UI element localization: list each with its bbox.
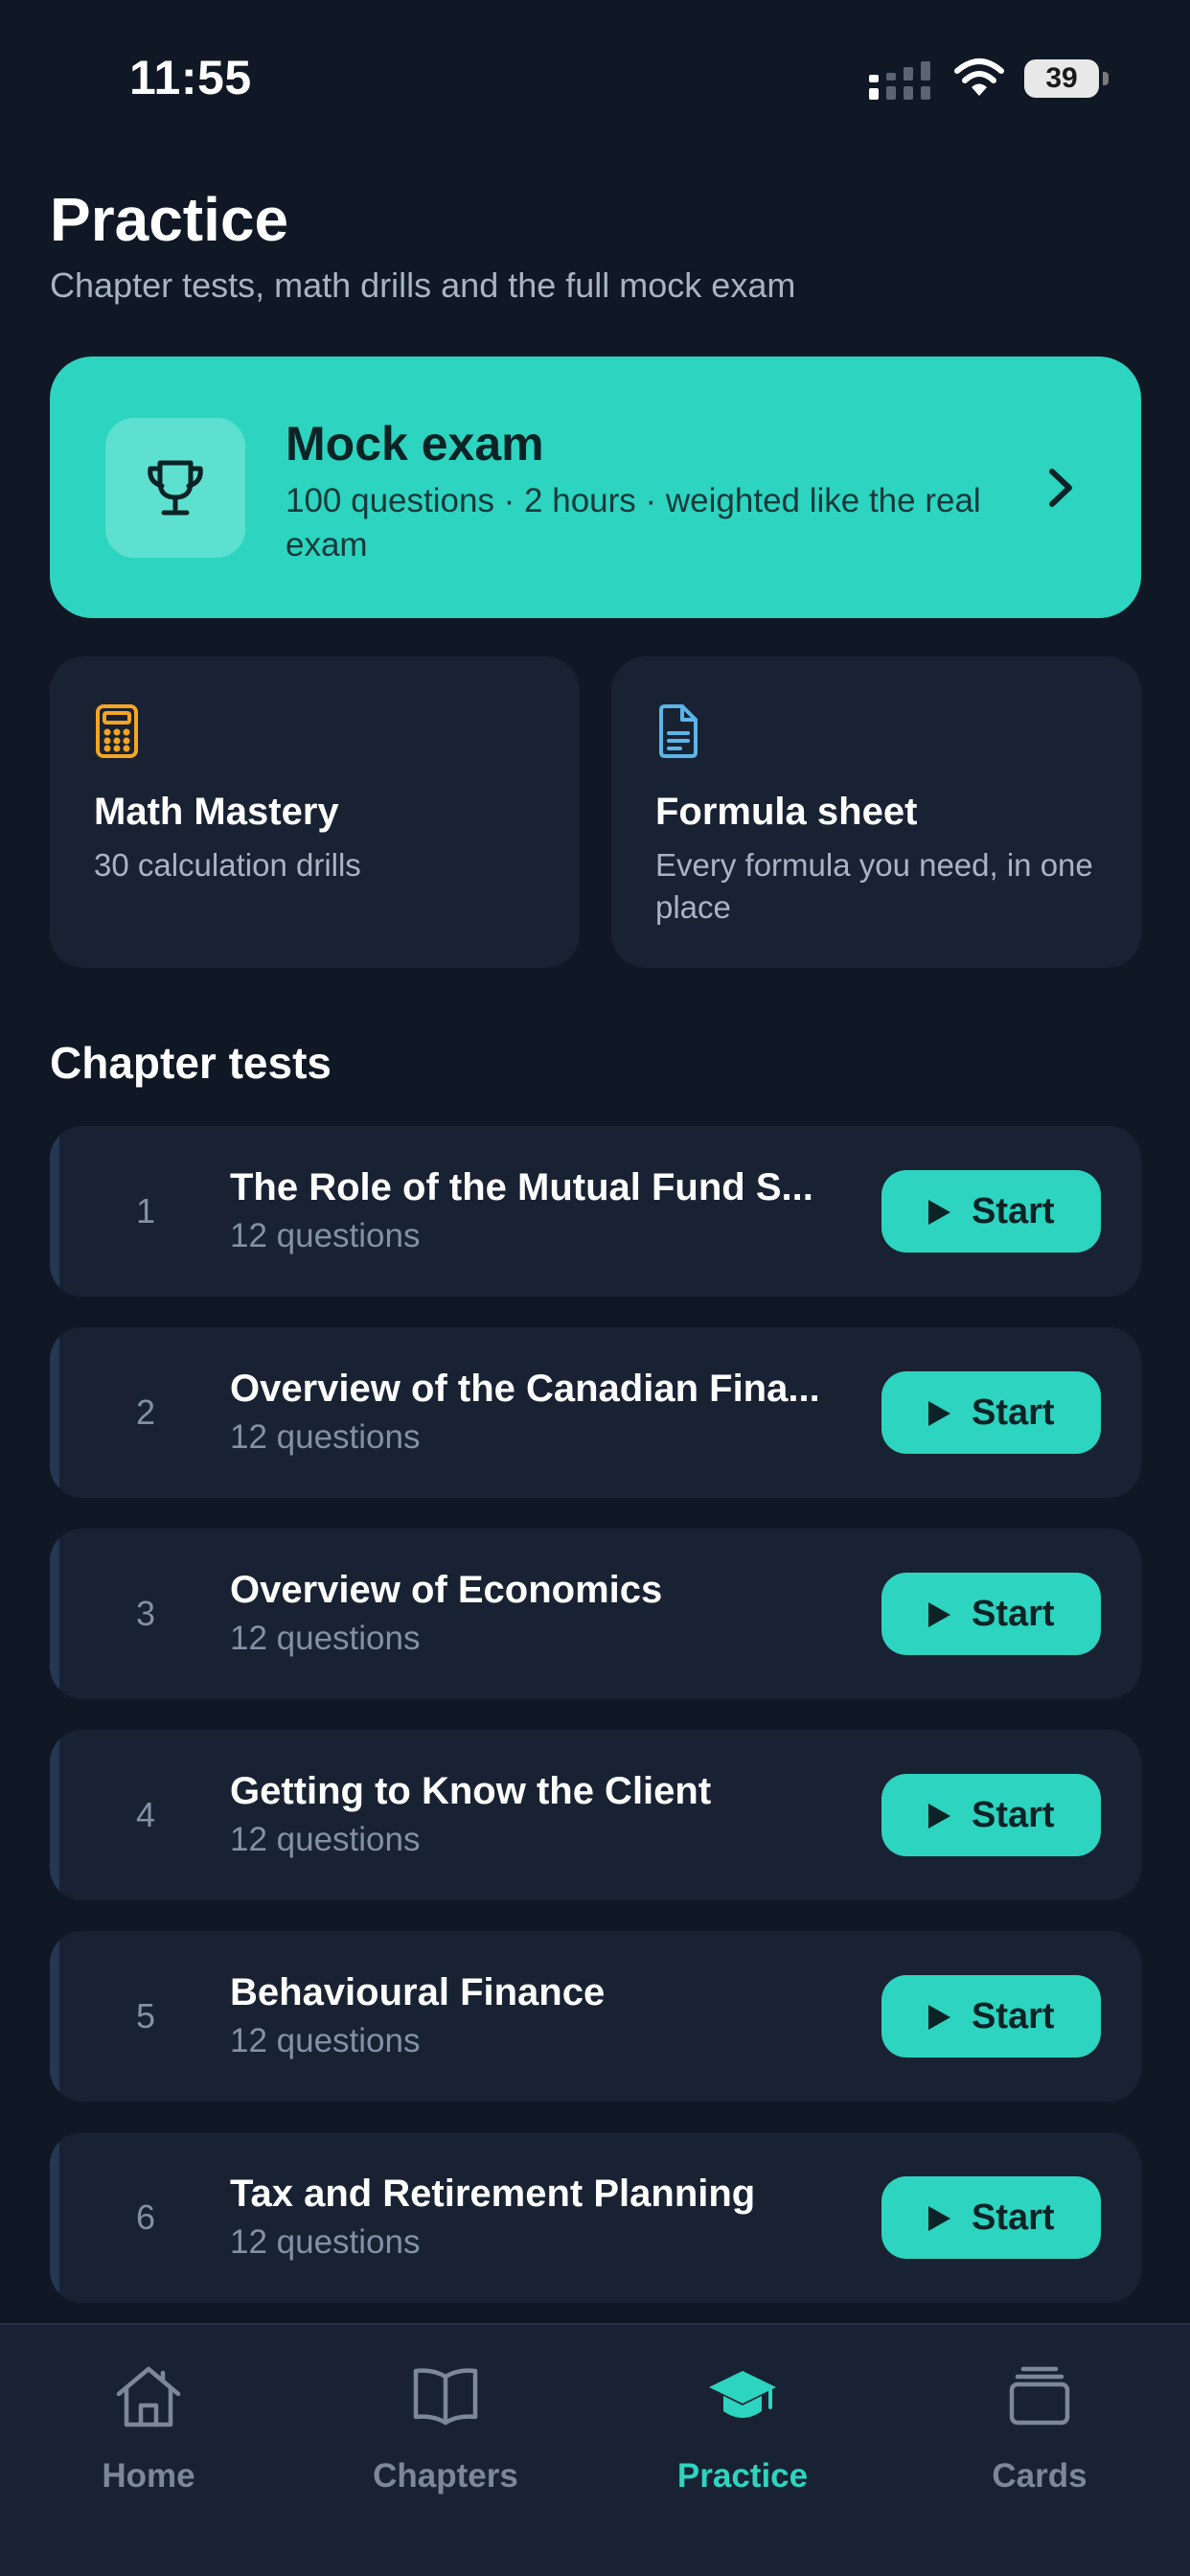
tab-home-label: Home [102, 2457, 195, 2495]
tab-home[interactable]: Home [0, 2325, 297, 2517]
formula-sheet-description: Every formula you need, in one place [655, 847, 1093, 925]
start-button-label: Start [972, 1191, 1055, 1231]
play-icon [928, 2005, 950, 2030]
practice-screen: 11:55 39 Practice Chapter tests, math dr… [0, 0, 1190, 2576]
start-button-label: Start [972, 1594, 1055, 1634]
chapter-number: 2 [135, 1392, 156, 1432]
chapter-test-row[interactable]: 6 Tax and Retirement Planning 12 questio… [50, 2132, 1141, 2303]
tab-cards-label: Cards [992, 2457, 1087, 2495]
chapter-test-row[interactable]: 5 Behavioural Finance 12 questions Start [50, 1931, 1141, 2102]
start-button[interactable]: Start [881, 2176, 1101, 2259]
chapter-test-row[interactable]: 4 Getting to Know the Client 12 question… [50, 1730, 1141, 1900]
start-button[interactable]: Start [881, 1371, 1101, 1454]
status-bar: 11:55 39 [0, 0, 1190, 153]
tab-chapters-label: Chapters [373, 2457, 518, 2495]
mock-exam-icon-box [105, 418, 245, 558]
calculator-icon [96, 704, 138, 758]
start-button[interactable]: Start [881, 1170, 1101, 1253]
document-icon [659, 704, 698, 758]
play-icon [928, 1804, 950, 1828]
chapter-number: 5 [135, 1996, 156, 2036]
mock-exam-title: Mock exam [286, 417, 544, 471]
chapter-title: Overview of the Canadian Fina... [230, 1368, 820, 1410]
chapter-number: 3 [135, 1594, 156, 1633]
math-mastery-card[interactable]: Math Mastery 30 calculation drills [50, 656, 580, 968]
cards-icon [1009, 2366, 1070, 2426]
play-icon [928, 1200, 950, 1225]
start-button-label: Start [972, 2197, 1055, 2238]
chapter-question-count: 12 questions [230, 2022, 421, 2059]
book-icon [413, 2368, 478, 2426]
math-mastery-title: Math Mastery [94, 791, 339, 833]
tab-chapters[interactable]: Chapters [297, 2325, 594, 2517]
play-icon [928, 1602, 950, 1627]
status-time: 11:55 [129, 51, 252, 104]
page-title: Practice [50, 185, 289, 254]
bottom-tab-bar: Home Chapters Practice Cards [0, 2323, 1190, 2576]
start-button-label: Start [972, 1392, 1055, 1433]
formula-sheet-card[interactable]: Formula sheet Every formula you need, in… [611, 656, 1141, 968]
chapter-title: Overview of Economics [230, 1569, 663, 1611]
mock-exam-card[interactable]: Mock exam 100 questions · 2 hours · weig… [50, 356, 1141, 618]
chapter-test-row[interactable]: 3 Overview of Economics 12 questions Sta… [50, 1529, 1141, 1699]
chapter-question-count: 12 questions [230, 2223, 421, 2261]
chapter-number: 6 [135, 2197, 156, 2237]
play-icon [928, 2206, 950, 2231]
chapter-title: Behavioural Finance [230, 1971, 606, 2013]
tab-cards[interactable]: Cards [891, 2325, 1188, 2517]
wifi-icon [954, 58, 1004, 96]
chapter-question-count: 12 questions [230, 1620, 421, 1657]
chapter-number: 4 [135, 1795, 156, 1834]
start-button[interactable]: Start [881, 1975, 1101, 2058]
battery-level: 39 [1045, 62, 1078, 94]
start-button[interactable]: Start [881, 1573, 1101, 1655]
chapter-test-row[interactable]: 1 The Role of the Mutual Fund S... 12 qu… [50, 1126, 1141, 1297]
tab-practice[interactable]: Practice [594, 2325, 891, 2517]
chapter-title: Getting to Know the Client [230, 1770, 712, 1812]
page-subtitle: Chapter tests, math drills and the full … [50, 265, 796, 305]
chapter-number: 1 [135, 1191, 156, 1230]
graduation-cap-icon [709, 2371, 776, 2418]
math-mastery-description: 30 calculation drills [94, 847, 361, 883]
mock-exam-description: 100 questions · 2 hours · weighted like … [286, 482, 981, 564]
battery-icon: 39 [1024, 59, 1109, 98]
chapter-tests-heading: Chapter tests [50, 1038, 332, 1088]
chapter-question-count: 12 questions [230, 1217, 421, 1254]
start-button[interactable]: Start [881, 1774, 1101, 1856]
start-button-label: Start [972, 1996, 1055, 2036]
play-icon [928, 1401, 950, 1426]
cellular-signal-icon [869, 61, 930, 100]
chapter-test-row[interactable]: 2 Overview of the Canadian Fina... 12 qu… [50, 1327, 1141, 1498]
chapter-question-count: 12 questions [230, 1821, 421, 1858]
chevron-right-icon [1049, 469, 1072, 507]
chapter-title: Tax and Retirement Planning [230, 2173, 756, 2215]
formula-sheet-title: Formula sheet [655, 791, 918, 833]
tab-practice-label: Practice [676, 2457, 809, 2495]
trophy-icon [148, 460, 203, 516]
chapter-question-count: 12 questions [230, 1418, 421, 1456]
home-icon [116, 2366, 181, 2427]
start-button-label: Start [972, 1795, 1055, 1835]
chapter-title: The Role of the Mutual Fund S... [230, 1166, 813, 1208]
